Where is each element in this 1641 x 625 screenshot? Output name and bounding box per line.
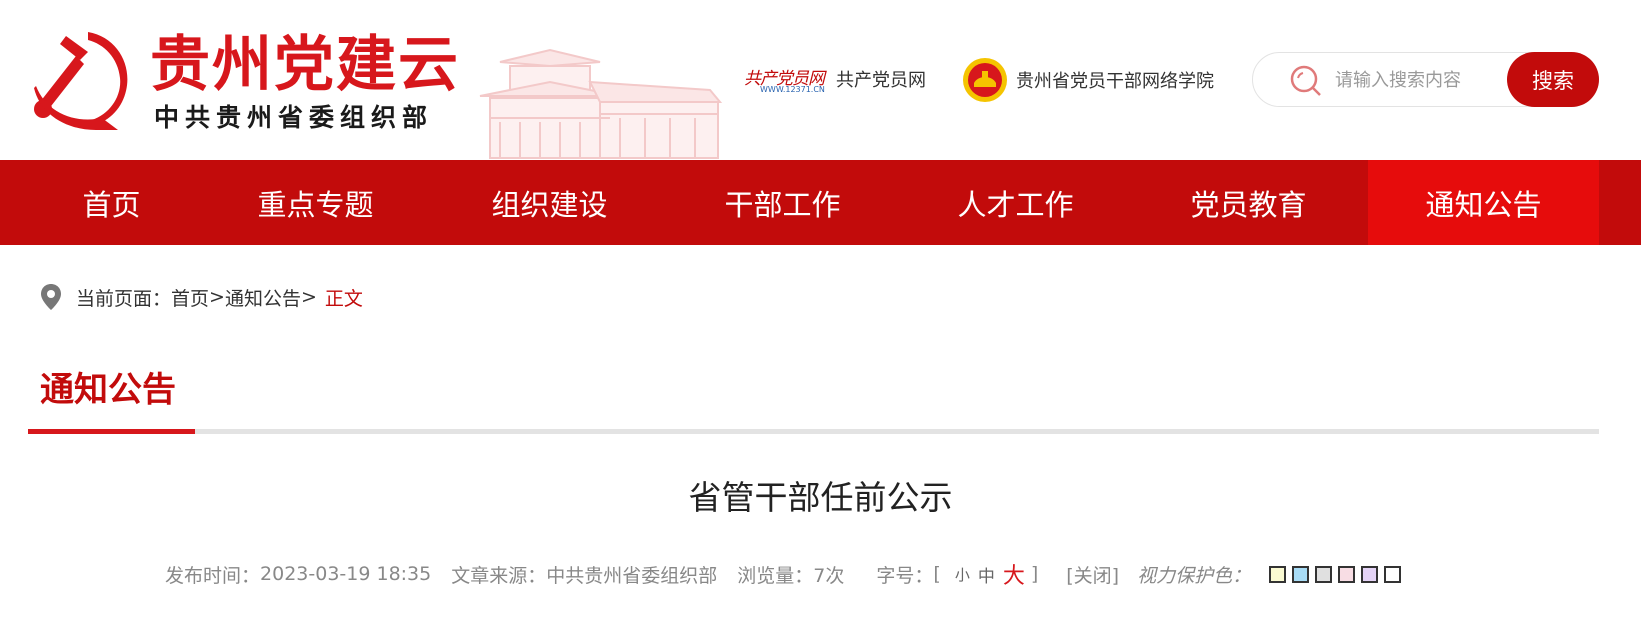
- gongchan-dangyuan-logo-icon: 共产党员网 WWW.12371.CN: [742, 62, 828, 96]
- close-button[interactable]: [关闭]: [1066, 561, 1119, 588]
- nav-item-home[interactable]: 首页: [0, 160, 223, 245]
- section-title: 通知公告: [40, 370, 176, 410]
- source-label: 文章来源：: [451, 564, 547, 587]
- nav-item-member-education[interactable]: 党员教育: [1137, 160, 1360, 245]
- main-nav: 首页 重点专题 组织建设 干部工作 人才工作 党员教育 通知公告: [0, 160, 1641, 245]
- gongchan-dangyuan-label: 共产党员网: [836, 70, 926, 91]
- nav-item-organization[interactable]: 组织建设: [438, 160, 661, 245]
- swatch-yellow[interactable]: [1269, 565, 1287, 583]
- eye-protection-label: 视力保护色：: [1137, 564, 1252, 587]
- party-emblem-icon: [34, 32, 128, 130]
- search-box: 搜索: [1252, 52, 1599, 107]
- building-watermark-icon: [479, 48, 723, 159]
- font-size-large-button[interactable]: 大: [1003, 558, 1025, 590]
- search-input[interactable]: [1335, 65, 1505, 95]
- font-bracket-close: ]: [1030, 563, 1039, 585]
- swatch-gray[interactable]: [1315, 565, 1333, 583]
- breadcrumb-separator: >: [209, 286, 225, 308]
- brand-subtitle: 中共贵州省委组织部: [154, 103, 434, 132]
- eye-protection-swatches: [1269, 565, 1407, 583]
- breadcrumb-home-link[interactable]: 首页: [171, 284, 209, 311]
- breadcrumb-prefix: 当前页面：: [76, 287, 172, 310]
- nav-item-notices[interactable]: 通知公告: [1368, 160, 1599, 245]
- section-divider-accent: [28, 429, 195, 434]
- location-pin-icon: [41, 284, 61, 310]
- nav-item-key-topics[interactable]: 重点专题: [204, 160, 427, 245]
- breadcrumb-separator: >: [300, 286, 317, 308]
- swatch-white[interactable]: [1384, 565, 1402, 583]
- article-meta: 发布时间： 2023-03-19 18:35 文章来源： 中共贵州省委组织部 浏…: [165, 558, 1407, 590]
- gongchan-dangyuan-link[interactable]: 共产党员网 WWW.12371.CN 共产党员网: [742, 62, 926, 96]
- section-divider: [28, 429, 1599, 434]
- view-count: 7次: [813, 564, 845, 587]
- search-button[interactable]: 搜索: [1507, 52, 1599, 107]
- publish-time: 2023-03-19 18:35: [260, 563, 432, 585]
- breadcrumb: 当前页面： 首页 > 通知公告 > 正文: [40, 282, 363, 312]
- font-size-label: 字号：: [876, 564, 934, 587]
- views-label: 浏览量：: [737, 564, 814, 587]
- breadcrumb-section-link[interactable]: 通知公告: [225, 284, 301, 311]
- search-icon: [1290, 65, 1321, 96]
- font-size-small-button[interactable]: 小: [955, 564, 970, 585]
- academy-emblem-icon: [963, 58, 1007, 102]
- nav-item-cadre-work[interactable]: 干部工作: [671, 160, 894, 245]
- network-academy-label: 贵州省党员干部网络学院: [1016, 71, 1214, 92]
- font-size-medium-button[interactable]: 中: [978, 562, 995, 587]
- publish-time-label: 发布时间：: [165, 564, 261, 587]
- breadcrumb-current: 正文: [324, 287, 363, 310]
- site-header: 贵州党建云 中共贵州省委组织部 共产党员网 WWW.12371.CN 共产党员网…: [0, 0, 1641, 160]
- swatch-blue[interactable]: [1292, 565, 1310, 583]
- font-size-controls: [ 小 中 大 ]: [933, 558, 1038, 590]
- nav-item-talent-work[interactable]: 人才工作: [904, 160, 1127, 245]
- gongchan-logo-url: WWW.12371.CN: [760, 85, 825, 94]
- article-title: 省管干部任前公示: [688, 478, 953, 517]
- swatch-purple[interactable]: [1361, 565, 1379, 583]
- brand-title: 贵州党建云: [150, 30, 460, 100]
- swatch-pink[interactable]: [1338, 565, 1356, 583]
- article-source: 中共贵州省委组织部: [546, 564, 718, 587]
- font-bracket-open: [: [933, 563, 941, 585]
- network-academy-link[interactable]: 贵州省党员干部网络学院: [962, 57, 1214, 103]
